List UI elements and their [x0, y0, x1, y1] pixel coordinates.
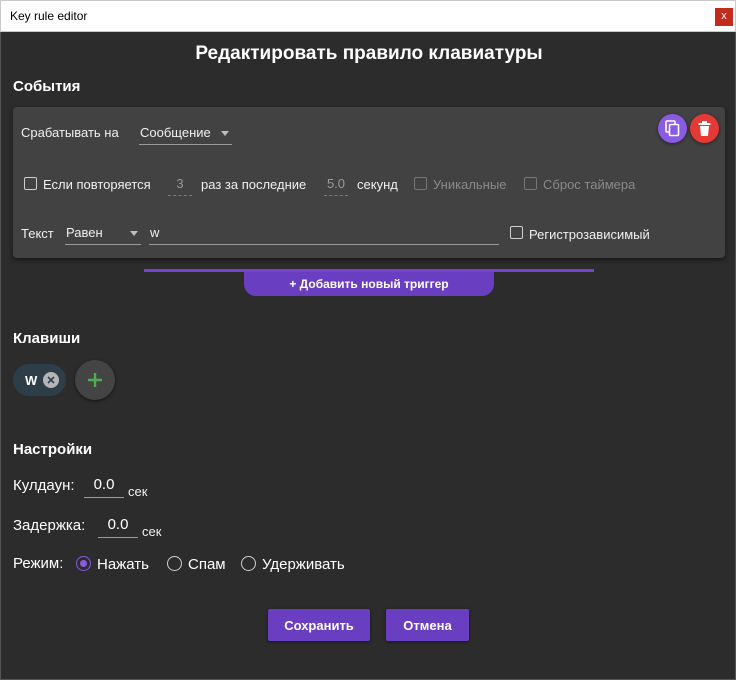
- case-sensitive-checkbox[interactable]: [510, 226, 523, 239]
- key-chip-label: W: [25, 373, 38, 388]
- repeat-label: Если повторяется: [43, 177, 151, 192]
- reset-timer-checkbox[interactable]: [524, 177, 537, 190]
- mode-hold-label: Удерживать: [262, 556, 345, 573]
- repeat-checkbox[interactable]: [24, 177, 37, 190]
- case-sensitive-label: Регистрозависимый: [529, 227, 650, 242]
- cooldown-unit: сек: [128, 484, 148, 499]
- save-button[interactable]: Сохранить: [268, 609, 370, 641]
- copy-icon: [665, 120, 680, 137]
- mode-label: Режим:: [13, 555, 64, 572]
- copy-trigger-button[interactable]: [658, 114, 687, 143]
- text-value-input[interactable]: w: [149, 221, 499, 245]
- unique-label: Уникальные: [433, 177, 507, 192]
- window-titlebar: Key rule editor x: [0, 0, 736, 32]
- trigger-on-label: Срабатывать на: [21, 125, 119, 140]
- mode-hold-radio[interactable]: [241, 556, 256, 571]
- add-trigger-label: + Добавить новый триггер: [289, 277, 449, 291]
- reset-timer-label: Сброс таймера: [543, 177, 636, 192]
- remove-key-button[interactable]: [43, 372, 59, 388]
- cooldown-label: Кулдаун:: [13, 477, 75, 494]
- key-chip[interactable]: W: [13, 364, 66, 396]
- mode-press-label: Нажать: [97, 556, 149, 573]
- window-title: Key rule editor: [10, 9, 88, 23]
- chevron-down-icon: [130, 231, 138, 236]
- text-operator-value: Равен: [66, 225, 103, 240]
- repeat-unit-label: секунд: [357, 177, 398, 192]
- mode-spam-radio[interactable]: [167, 556, 182, 571]
- text-label: Текст: [21, 226, 54, 241]
- mode-spam-label: Спам: [188, 556, 226, 573]
- keys-section-title: Клавиши: [13, 330, 81, 347]
- save-button-label: Сохранить: [284, 618, 354, 633]
- repeat-count-input[interactable]: 3: [168, 174, 192, 196]
- trigger-card: Срабатывать на Сообщение Если повторяетс…: [13, 107, 725, 258]
- add-key-button[interactable]: [75, 360, 115, 400]
- delay-input[interactable]: 0.0: [98, 514, 138, 538]
- trash-icon: [698, 121, 711, 136]
- window-close-button[interactable]: x: [715, 8, 733, 26]
- plus-icon: [88, 373, 102, 387]
- cancel-button[interactable]: Отмена: [386, 609, 469, 641]
- settings-section-title: Настройки: [13, 441, 93, 458]
- trigger-on-value: Сообщение: [140, 125, 211, 140]
- editor-body: Редактировать правило клавиатуры События…: [0, 32, 736, 680]
- close-icon: [47, 376, 55, 384]
- chevron-down-icon: [221, 131, 229, 136]
- delete-trigger-button[interactable]: [690, 114, 719, 143]
- cancel-button-label: Отмена: [403, 618, 452, 633]
- repeat-mid-label: раз за последние: [201, 177, 307, 192]
- unique-checkbox[interactable]: [414, 177, 427, 190]
- repeat-seconds-input[interactable]: 5.0: [324, 174, 348, 196]
- events-section-title: События: [13, 78, 81, 95]
- delay-unit: сек: [142, 524, 162, 539]
- page-title: Редактировать правило клавиатуры: [195, 43, 543, 64]
- mode-press-radio[interactable]: [76, 556, 91, 571]
- add-trigger-button[interactable]: + Добавить новый триггер: [244, 272, 494, 296]
- cooldown-input[interactable]: 0.0: [84, 474, 124, 498]
- text-operator-select[interactable]: Равен: [65, 221, 141, 245]
- delay-label: Задержка:: [13, 517, 86, 534]
- trigger-on-select[interactable]: Сообщение: [139, 121, 232, 145]
